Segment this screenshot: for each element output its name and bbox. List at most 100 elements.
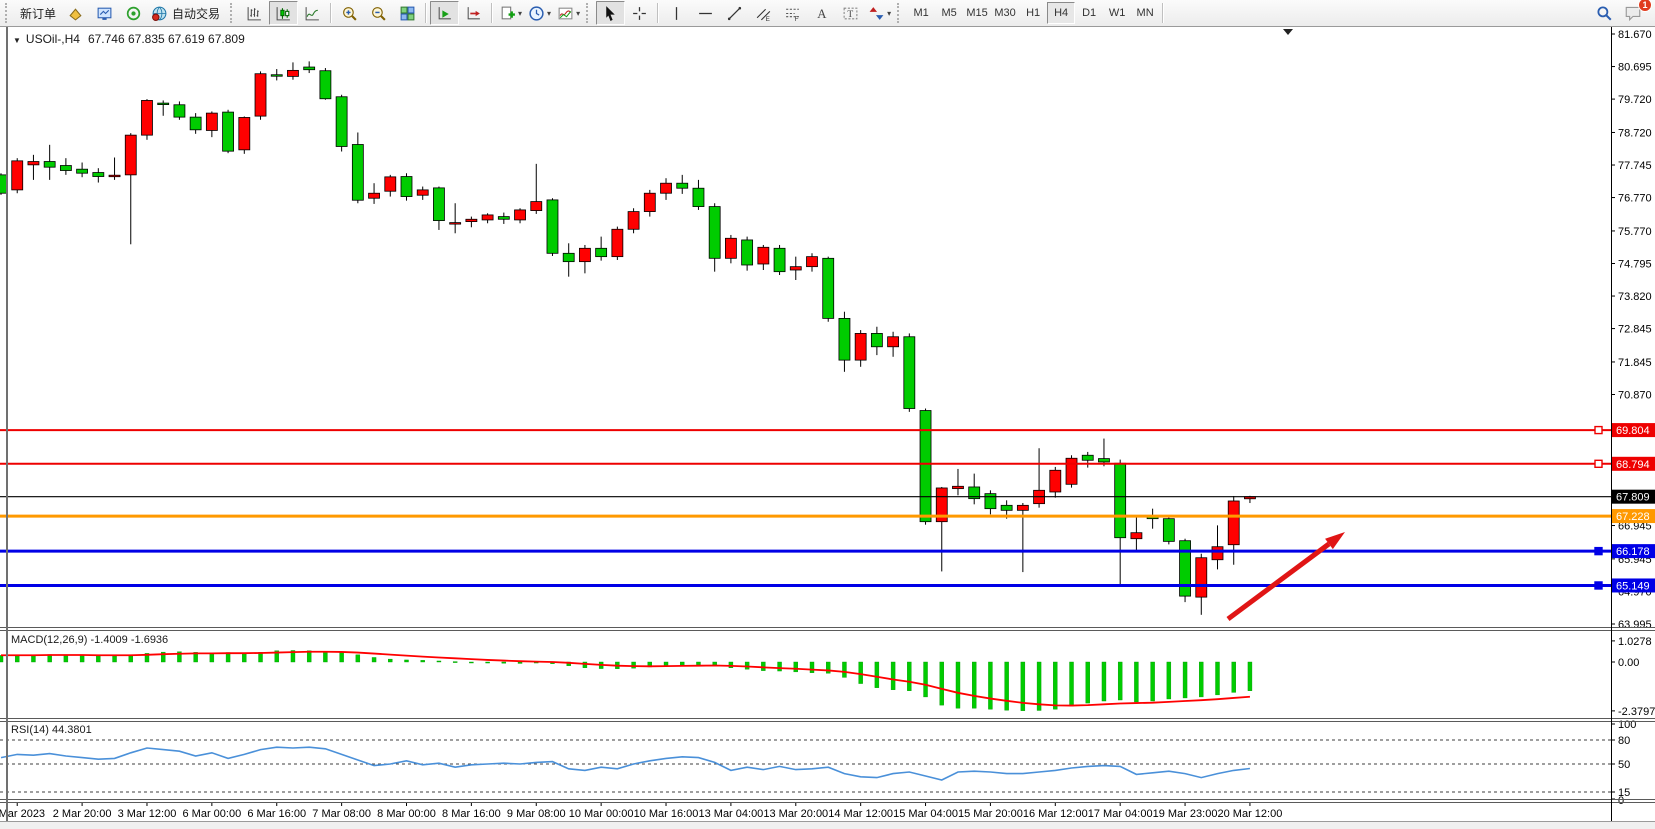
fibonacci-icon: F (784, 5, 801, 22)
timeframe-button-H4[interactable]: H4 (1047, 2, 1075, 24)
new-chart-button[interactable]: ▾ (496, 1, 525, 25)
chevron-down-icon: ▾ (518, 9, 522, 18)
horizontal-line-button[interactable] (691, 1, 720, 25)
text-label-button[interactable]: T (836, 1, 865, 25)
quotes-button[interactable] (61, 1, 90, 25)
svg-text:19 Mar 23:00: 19 Mar 23:00 (1153, 808, 1218, 820)
toolbar-grip[interactable] (5, 3, 12, 23)
chart-title[interactable]: ▼ USOil-,H4 67.746 67.835 67.619 67.809 (13, 32, 245, 46)
svg-text:76.770: 76.770 (1618, 193, 1652, 205)
zoom-in-icon (341, 5, 358, 22)
toolbar-separator (491, 3, 493, 23)
macd-main-value: -1.4009 (90, 634, 127, 646)
svg-text:7 Mar 08:00: 7 Mar 08:00 (312, 808, 371, 820)
indicators-button[interactable]: ▾ (554, 1, 583, 25)
toolbar-separator (1162, 3, 1164, 23)
timeframe-button-D1[interactable]: D1 (1075, 2, 1103, 24)
svg-text:T: T (847, 9, 853, 20)
line-chart-icon (304, 5, 321, 22)
chart-title-dropdown-icon[interactable]: ▼ (13, 36, 21, 45)
auto-scroll-icon (436, 5, 453, 22)
timeframe-button-M30[interactable]: M30 (991, 2, 1019, 24)
fibonacci-button[interactable]: F (778, 1, 807, 25)
svg-text:F: F (795, 15, 799, 21)
svg-text:72.845: 72.845 (1618, 324, 1652, 336)
auto-trading-button[interactable]: 自动交易 (148, 1, 227, 25)
chevron-down-icon: ▾ (576, 9, 580, 18)
svg-text:2 Mar 20:00: 2 Mar 20:00 (53, 808, 112, 820)
svg-text:-2.3797: -2.3797 (1618, 706, 1655, 718)
auto-scroll-button[interactable] (430, 1, 459, 25)
rsi-indicator-label: RSI(14) 44.3801 (11, 724, 92, 736)
chart-ohlc-values: 67.746 67.835 67.619 67.809 (88, 32, 245, 46)
zoom-in-button[interactable] (335, 1, 364, 25)
svg-text:3 Mar 12:00: 3 Mar 12:00 (118, 808, 177, 820)
arrows-icon (868, 5, 885, 22)
notifications-button[interactable]: 1 (1618, 1, 1647, 25)
toolbar-grip[interactable] (897, 3, 904, 23)
svg-text:17 Mar 04:00: 17 Mar 04:00 (1088, 808, 1153, 820)
profiles-button[interactable]: ▾ (525, 1, 554, 25)
line-chart-button[interactable] (298, 1, 327, 25)
candlestick-chart-button[interactable] (269, 1, 298, 25)
auto-trading-label: 自动交易 (168, 5, 224, 22)
profiles-clock-icon (528, 5, 545, 22)
timeframe-button-M15[interactable]: M15 (963, 2, 991, 24)
text-button[interactable]: A (807, 1, 836, 25)
svg-text:13 Mar 04:00: 13 Mar 04:00 (698, 808, 763, 820)
chart-shift-button[interactable] (459, 1, 488, 25)
chevron-down-icon: ▾ (547, 9, 551, 18)
chart-canvas[interactable]: 81.67080.69579.72078.72077.74576.77075.7… (0, 27, 1655, 829)
svg-text:E: E (766, 15, 770, 21)
crosshair-button[interactable] (625, 1, 654, 25)
svg-text:66.178: 66.178 (1616, 546, 1650, 558)
tile-windows-icon (399, 5, 416, 22)
timeframe-button-W1[interactable]: W1 (1103, 2, 1131, 24)
rsi-title: RSI(14) (11, 724, 49, 736)
timeframe-button-H1[interactable]: H1 (1019, 2, 1047, 24)
text-label-icon: T (842, 5, 859, 22)
svg-text:63.995: 63.995 (1618, 619, 1652, 631)
search-button[interactable] (1589, 1, 1618, 25)
svg-text:A: A (817, 6, 827, 20)
toolbar-separator (657, 3, 659, 23)
vertical-line-button[interactable] (662, 1, 691, 25)
text-icon: A (813, 5, 830, 22)
vertical-line-icon (668, 5, 685, 22)
toolbar: 新订单 自动交易 ▾ ▾ ▾ E F A T ▾ (0, 0, 1655, 27)
terminal-icon (96, 5, 113, 22)
svg-text:8 Mar 16:00: 8 Mar 16:00 (442, 808, 501, 820)
svg-text:13 Mar 20:00: 13 Mar 20:00 (763, 808, 828, 820)
equidistant-channel-icon: E (755, 5, 772, 22)
svg-text:14 Mar 12:00: 14 Mar 12:00 (828, 808, 893, 820)
svg-text:8 Mar 00:00: 8 Mar 00:00 (377, 808, 436, 820)
tile-windows-button[interactable] (393, 1, 422, 25)
new-order-button[interactable]: 新订单 (15, 1, 61, 25)
svg-text:71.845: 71.845 (1618, 357, 1652, 369)
zoom-out-button[interactable] (364, 1, 393, 25)
indicators-icon (557, 5, 574, 22)
toolbar-grip[interactable] (230, 3, 237, 23)
svg-text:50: 50 (1618, 759, 1630, 771)
svg-text:67.809: 67.809 (1616, 492, 1650, 504)
horizontal-line-icon (697, 5, 714, 22)
macd-signal-value: -1.6936 (131, 634, 168, 646)
arrows-button[interactable]: ▾ (865, 1, 894, 25)
equidistant-channel-button[interactable]: E (749, 1, 778, 25)
timeframe-button-M1[interactable]: M1 (907, 2, 935, 24)
terminal-button[interactable] (90, 1, 119, 25)
bar-chart-button[interactable] (240, 1, 269, 25)
signal-icon (125, 5, 142, 22)
candlestick-chart-icon (275, 5, 292, 22)
timeframe-button-MN[interactable]: MN (1131, 2, 1159, 24)
trendline-button[interactable] (720, 1, 749, 25)
svg-text:65.149: 65.149 (1616, 580, 1650, 592)
svg-text:78.720: 78.720 (1618, 127, 1652, 139)
cursor-button[interactable] (596, 1, 625, 25)
crosshair-icon (631, 5, 648, 22)
rsi-value: 44.3801 (52, 724, 92, 736)
timeframe-button-M5[interactable]: M5 (935, 2, 963, 24)
chart-symbol-label: USOil-,H4 (26, 32, 80, 46)
toolbar-grip[interactable] (586, 3, 593, 23)
signal-button[interactable] (119, 1, 148, 25)
